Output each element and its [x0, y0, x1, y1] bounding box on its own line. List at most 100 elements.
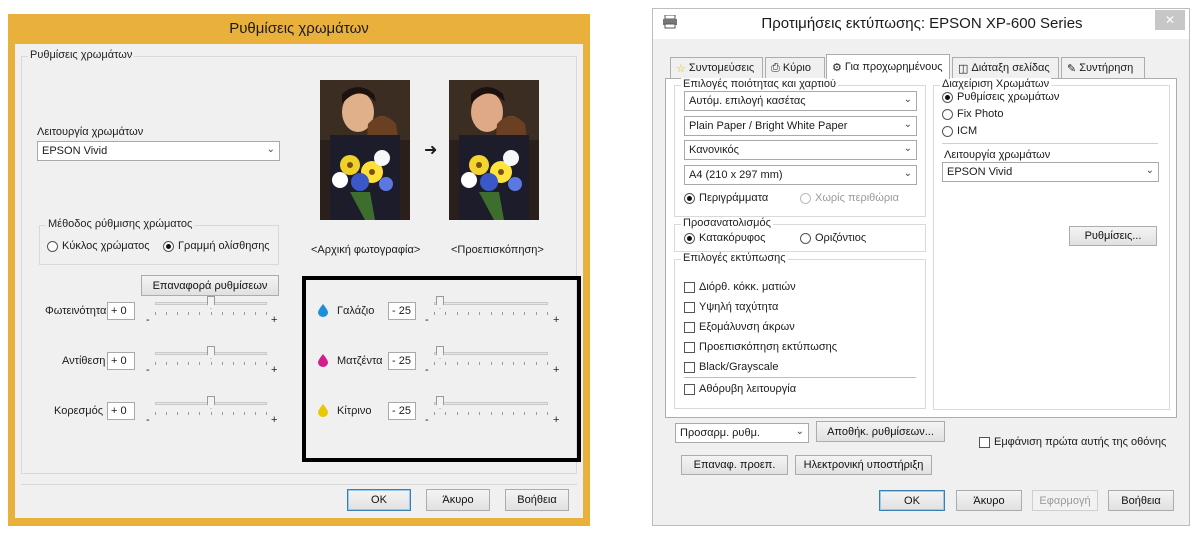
- minus-label: -: [425, 314, 429, 326]
- paper-size-select[interactable]: A4 (210 x 297 mm) ⌄: [684, 165, 917, 185]
- black-grayscale-checkbox[interactable]: Black/Grayscale: [684, 361, 778, 373]
- slider-thumb[interactable]: [207, 396, 215, 409]
- original-photo-caption: <Αρχική φωτογραφία>: [311, 244, 421, 256]
- minus-label: -: [146, 414, 150, 426]
- tab-page-layout[interactable]: ◫ Διάταξη σελίδας: [952, 57, 1059, 78]
- portrait-radio[interactable]: Κατακόρυφος: [684, 232, 765, 244]
- slider-track: [434, 402, 548, 405]
- group-title: Ρυθμίσεις χρωμάτων: [28, 49, 135, 61]
- minus-label: -: [146, 364, 150, 376]
- online-support-button[interactable]: Ηλεκτρονική υποστήριξη: [795, 455, 932, 475]
- cyan-input[interactable]: - 25: [388, 302, 416, 320]
- print-quality-select[interactable]: Κανονικός ⌄: [684, 140, 917, 160]
- cyan-slider[interactable]: [434, 296, 548, 315]
- chevron-down-icon: ⌄: [1145, 165, 1154, 176]
- fix-photo-radio[interactable]: Fix Photo: [942, 108, 1003, 120]
- chevron-down-icon: ⌄: [903, 94, 912, 105]
- brightness-input[interactable]: + 0: [107, 302, 135, 320]
- magenta-input[interactable]: - 25: [388, 352, 416, 370]
- checkbox-box: [684, 341, 695, 353]
- landscape-radio[interactable]: Οριζόντιος: [800, 232, 866, 244]
- yellow-input[interactable]: - 25: [388, 402, 416, 420]
- slide-bar-radio[interactable]: Γραμμή ολίσθησης: [163, 240, 270, 252]
- ok-button[interactable]: OK: [347, 489, 411, 511]
- plus-label: +: [553, 414, 560, 426]
- slider-thumb[interactable]: [436, 346, 444, 359]
- checkbox-box: [684, 301, 695, 313]
- apply-button[interactable]: Εφαρμογή: [1032, 490, 1098, 511]
- chevron-down-icon: ⌄: [903, 119, 912, 130]
- color-mode-label: Λειτουργία χρωμάτων: [944, 149, 1051, 161]
- paper-type-select[interactable]: Plain Paper / Bright White Paper ⌄: [684, 116, 917, 136]
- footer-divider: [21, 484, 577, 485]
- color-mode-label: Λειτουργία χρωμάτων: [37, 126, 144, 138]
- radio-on: [942, 91, 953, 103]
- checkbox-box: [684, 321, 695, 333]
- edge-smoothing-checkbox[interactable]: Εξομάλυνση άκρων: [684, 321, 795, 333]
- radio-off: [942, 108, 953, 120]
- reset-settings-button[interactable]: Επαναφορά ρυθμίσεων: [141, 275, 279, 296]
- radio-off: [47, 240, 58, 252]
- color-settings-radio[interactable]: Ρυθμίσεις χρωμάτων: [942, 91, 1059, 103]
- print-preview-checkbox[interactable]: Προεπισκόπηση εκτύπωσης: [684, 341, 837, 353]
- slider-ticks: [155, 312, 267, 315]
- red-eye-fix-checkbox[interactable]: Διόρθ. κόκκ. ματιών: [684, 281, 796, 293]
- saturation-slider[interactable]: [155, 396, 267, 415]
- dialog-title: Προτιμήσεις εκτύπωσης: EPSON XP-600 Seri…: [761, 15, 1083, 32]
- checkbox-box: [684, 281, 695, 293]
- print-options-title: Επιλογές εκτύπωσης: [681, 252, 788, 264]
- orientation-title: Προσανατολισμός: [681, 217, 773, 229]
- color-management-title: Διαχείριση Χρωμάτων: [940, 78, 1052, 90]
- chevron-down-icon: ⌄: [903, 168, 912, 179]
- slider-thumb[interactable]: [436, 396, 444, 409]
- icm-radio[interactable]: ICM: [942, 125, 977, 137]
- slider-ticks: [155, 362, 267, 365]
- brightness-slider[interactable]: [155, 296, 267, 315]
- saturation-input[interactable]: + 0: [107, 402, 135, 420]
- slider-ticks: [155, 412, 267, 415]
- yellow-label: Κίτρινο: [337, 405, 372, 417]
- show-first-checkbox[interactable]: Εμφάνιση πρώτα αυτής της οθόνης: [979, 436, 1166, 448]
- radio-on: [684, 192, 695, 204]
- borders-radio[interactable]: Περιγράμματα: [684, 192, 768, 204]
- borderless-radio[interactable]: Χωρίς περιθώρια: [800, 192, 899, 204]
- color-wheel-radio[interactable]: Κύκλος χρώματος: [47, 240, 150, 252]
- reset-defaults-button[interactable]: Επαναφ. προεπ.: [681, 455, 788, 475]
- contrast-input[interactable]: + 0: [107, 352, 135, 370]
- cancel-button[interactable]: Άκυρο: [956, 490, 1022, 511]
- minus-label: -: [425, 414, 429, 426]
- help-button[interactable]: Βοήθεια: [1108, 490, 1174, 511]
- ok-button[interactable]: OK: [879, 490, 945, 511]
- magenta-slider[interactable]: [434, 346, 548, 365]
- chevron-down-icon: ⌄: [266, 144, 275, 155]
- help-button[interactable]: Βοήθεια: [505, 489, 569, 511]
- tab-main[interactable]: ⎙ Κύριο: [765, 57, 825, 78]
- cancel-button[interactable]: Άκυρο: [426, 489, 490, 511]
- quiet-mode-checkbox[interactable]: Αθόρυβη λειτουργία: [684, 383, 796, 395]
- paper-source-select[interactable]: Αυτόμ. επιλογή κασέτας ⌄: [684, 91, 917, 111]
- contrast-slider[interactable]: [155, 346, 267, 365]
- slider-ticks: [434, 362, 548, 365]
- close-button[interactable]: ✕: [1155, 10, 1185, 30]
- save-settings-button[interactable]: Αποθήκ. ρυθμίσεων...: [816, 421, 945, 442]
- printing-preferences-dialog: Προτιμήσεις εκτύπωσης: EPSON XP-600 Seri…: [652, 8, 1190, 526]
- plus-label: +: [271, 314, 278, 326]
- dialog-title: Ρυθμίσεις χρωμάτων: [229, 20, 369, 37]
- cyan-label: Γαλάζιο: [337, 305, 375, 317]
- color-mode-select[interactable]: EPSON Vivid ⌄: [37, 141, 280, 161]
- high-speed-checkbox[interactable]: Υψηλή ταχύτητα: [684, 301, 778, 313]
- color-settings-button[interactable]: Ρυθμίσεις...: [1069, 226, 1157, 246]
- gears-icon: ⚙: [832, 61, 842, 74]
- tab-advanced[interactable]: ⚙ Για προχωρημένους: [826, 54, 950, 79]
- slider-thumb[interactable]: [436, 296, 444, 309]
- tab-maintenance[interactable]: ✎ Συντήρηση: [1061, 57, 1145, 78]
- color-mode-select[interactable]: EPSON Vivid ⌄: [942, 162, 1159, 182]
- tab-shortcuts[interactable]: ☆ Συντομεύσεις: [670, 57, 763, 78]
- chevron-down-icon: ⌄: [795, 426, 804, 437]
- slider-thumb[interactable]: [207, 346, 215, 359]
- custom-settings-select[interactable]: Προσαρμ. ρυθμ. ⌄: [675, 423, 809, 443]
- slider-track: [434, 302, 548, 305]
- slider-thumb[interactable]: [207, 296, 215, 309]
- contrast-label: Αντίθεση: [62, 355, 106, 367]
- yellow-slider[interactable]: [434, 396, 548, 415]
